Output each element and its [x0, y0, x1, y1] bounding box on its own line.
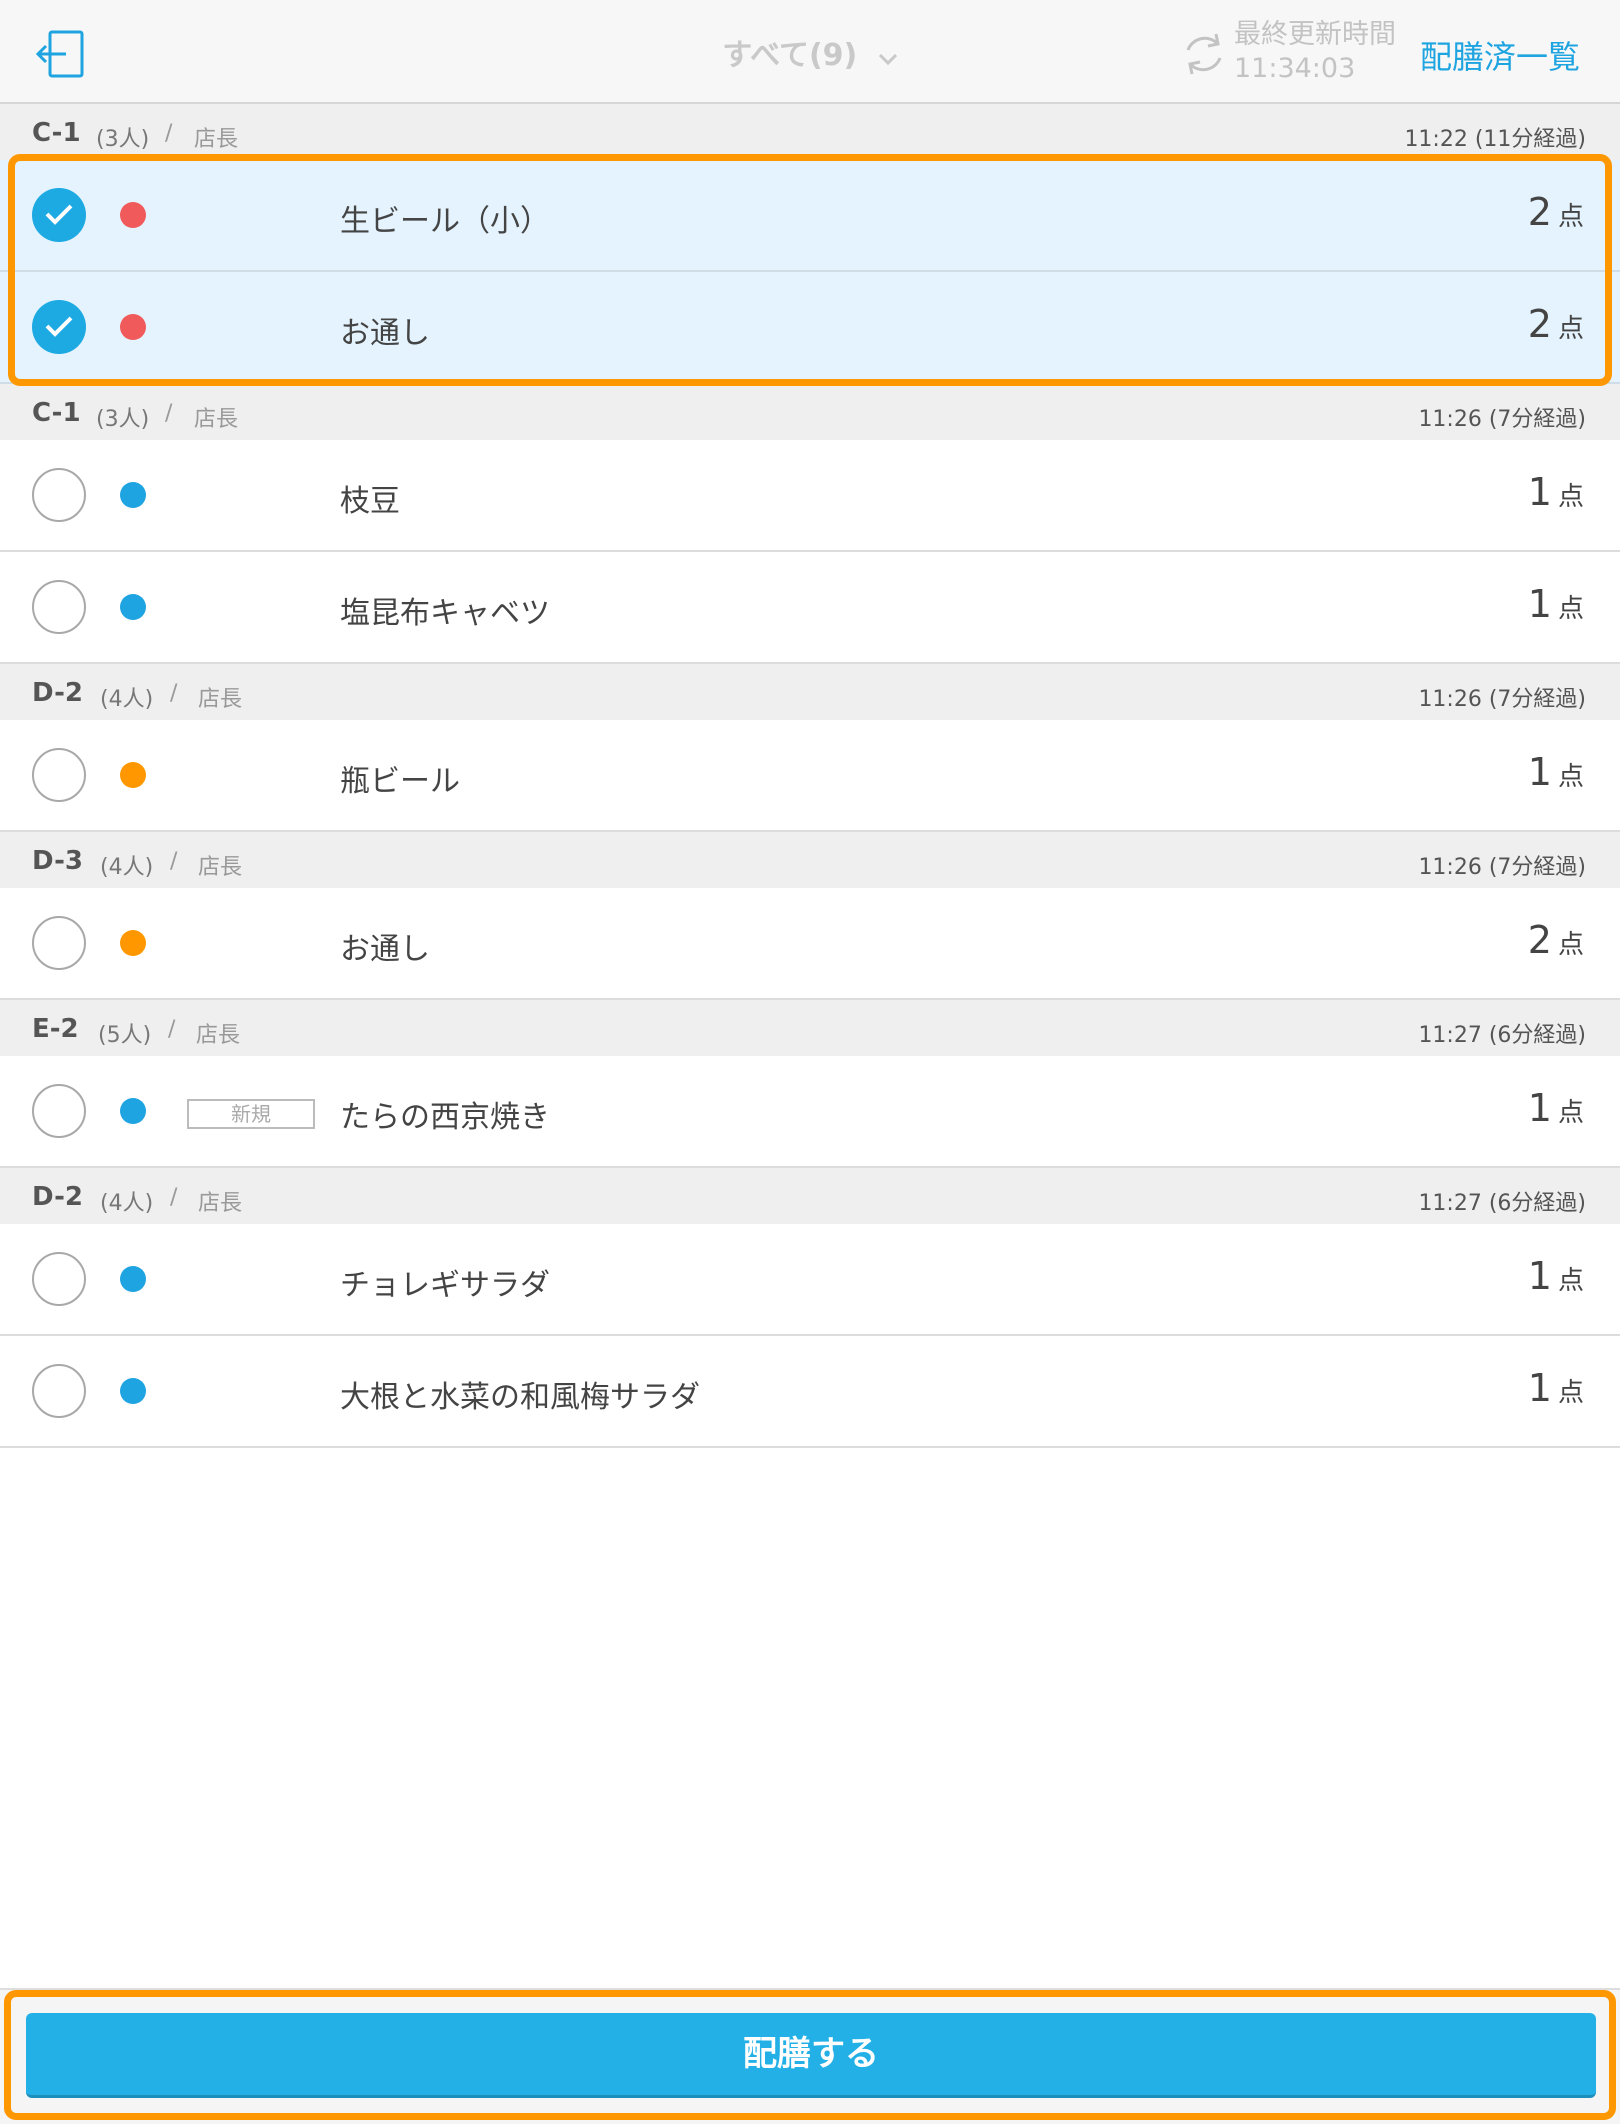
- table-number: D-2: [32, 678, 83, 708]
- item-name: 塩昆布キャベツ: [340, 596, 550, 631]
- delivered-list-link[interactable]: 配膳済一覧: [1420, 32, 1580, 78]
- item-name: 大根と水菜の和風梅サラダ: [340, 1380, 700, 1415]
- table-number: E-2: [32, 1014, 79, 1044]
- item-quantity: 1点: [1527, 1254, 1584, 1298]
- list-item[interactable]: 大根と水菜の和風梅サラダ 1点: [0, 1336, 1620, 1448]
- order-group-header: C-1 (3人) / 店長 11:22 (11分経過): [0, 104, 1620, 160]
- item-name: チョレギサラダ: [340, 1268, 550, 1303]
- list-item[interactable]: チョレギサラダ 1点: [0, 1224, 1620, 1336]
- party-size: (4人): [100, 1191, 154, 1216]
- status-dot: [120, 1378, 146, 1404]
- item-quantity: 1点: [1527, 582, 1584, 626]
- item-quantity: 1点: [1527, 470, 1584, 514]
- order-time: 11:26 (7分経過): [1418, 855, 1586, 880]
- party-size: (5人): [98, 1023, 152, 1048]
- item-quantity: 1点: [1527, 1366, 1584, 1410]
- status-dot: [120, 930, 146, 956]
- status-dot: [120, 762, 146, 788]
- staff-name: 店長: [194, 407, 239, 432]
- order-group-header: C-1 (3人) / 店長 11:26 (7分経過): [0, 384, 1620, 440]
- checkbox[interactable]: [32, 1364, 86, 1418]
- list-item[interactable]: 新規 たらの西京焼き 1点: [0, 1056, 1620, 1168]
- staff-name: 店長: [198, 855, 243, 880]
- order-time: 11:22 (11分経過): [1404, 127, 1586, 152]
- item-quantity: 1点: [1527, 1086, 1584, 1130]
- separator: /: [165, 121, 173, 146]
- separator: /: [165, 401, 173, 426]
- refresh-icon[interactable]: [1180, 30, 1228, 78]
- button-highlight: [4, 1990, 1616, 2120]
- checkbox[interactable]: [32, 1252, 86, 1306]
- list-item[interactable]: 塩昆布キャベツ 1点: [0, 552, 1620, 664]
- status-dot: [120, 1266, 146, 1292]
- checkbox[interactable]: [32, 580, 86, 634]
- table-number: D-2: [32, 1182, 83, 1212]
- checkbox[interactable]: [32, 916, 86, 970]
- staff-name: 店長: [196, 1023, 241, 1048]
- last-updated: 最終更新時間 11:34:03: [1234, 18, 1396, 86]
- last-updated-time: 11:34:03: [1234, 53, 1356, 84]
- item-name: お通し: [340, 932, 430, 967]
- list-item[interactable]: 瓶ビール 1点: [0, 720, 1620, 832]
- list-item[interactable]: 枝豆 1点: [0, 440, 1620, 552]
- separator: /: [170, 1185, 178, 1210]
- order-time: 11:26 (7分経過): [1418, 687, 1586, 712]
- order-group-header: D-2 (4人) / 店長 11:27 (6分経過): [0, 1168, 1620, 1224]
- checkbox[interactable]: [32, 468, 86, 522]
- table-number: C-1: [32, 398, 81, 428]
- item-name: 枝豆: [340, 484, 400, 519]
- list-item[interactable]: お通し 2点: [0, 888, 1620, 1000]
- order-time: 11:27 (6分経過): [1418, 1191, 1586, 1216]
- party-size: (3人): [96, 407, 150, 432]
- table-number: D-3: [32, 846, 83, 876]
- party-size: (4人): [100, 855, 154, 880]
- order-time: 11:27 (6分経過): [1418, 1023, 1586, 1048]
- separator: /: [170, 681, 178, 706]
- party-size: (4人): [100, 687, 154, 712]
- order-group-header: D-2 (4人) / 店長 11:26 (7分経過): [0, 664, 1620, 720]
- item-name: たらの西京焼き: [340, 1100, 550, 1135]
- top-bar: すべて(9) 最終更新時間 11:34:03 配膳済一覧: [0, 0, 1620, 104]
- staff-name: 店長: [198, 1191, 243, 1216]
- item-quantity: 2点: [1527, 918, 1584, 962]
- item-name: 瓶ビール: [340, 764, 460, 799]
- selection-highlight: [8, 154, 1612, 386]
- separator: /: [168, 1017, 176, 1042]
- order-group-header: E-2 (5人) / 店長 11:27 (6分経過): [0, 1000, 1620, 1056]
- status-dot: [120, 594, 146, 620]
- order-group-header: D-3 (4人) / 店長 11:26 (7分経過): [0, 832, 1620, 888]
- last-updated-label: 最終更新時間: [1234, 19, 1396, 50]
- separator: /: [170, 849, 178, 874]
- table-number: C-1: [32, 118, 81, 148]
- staff-name: 店長: [194, 127, 239, 152]
- staff-name: 店長: [198, 687, 243, 712]
- item-quantity: 1点: [1527, 750, 1584, 794]
- checkbox[interactable]: [32, 1084, 86, 1138]
- order-time: 11:26 (7分経過): [1418, 407, 1586, 432]
- status-dot: [120, 482, 146, 508]
- new-badge: 新規: [187, 1099, 315, 1129]
- filter-label: すべて(9): [722, 38, 858, 73]
- checkbox[interactable]: [32, 748, 86, 802]
- status-dot: [120, 1098, 146, 1124]
- party-size: (3人): [96, 127, 150, 152]
- chevron-down-icon: [878, 39, 898, 74]
